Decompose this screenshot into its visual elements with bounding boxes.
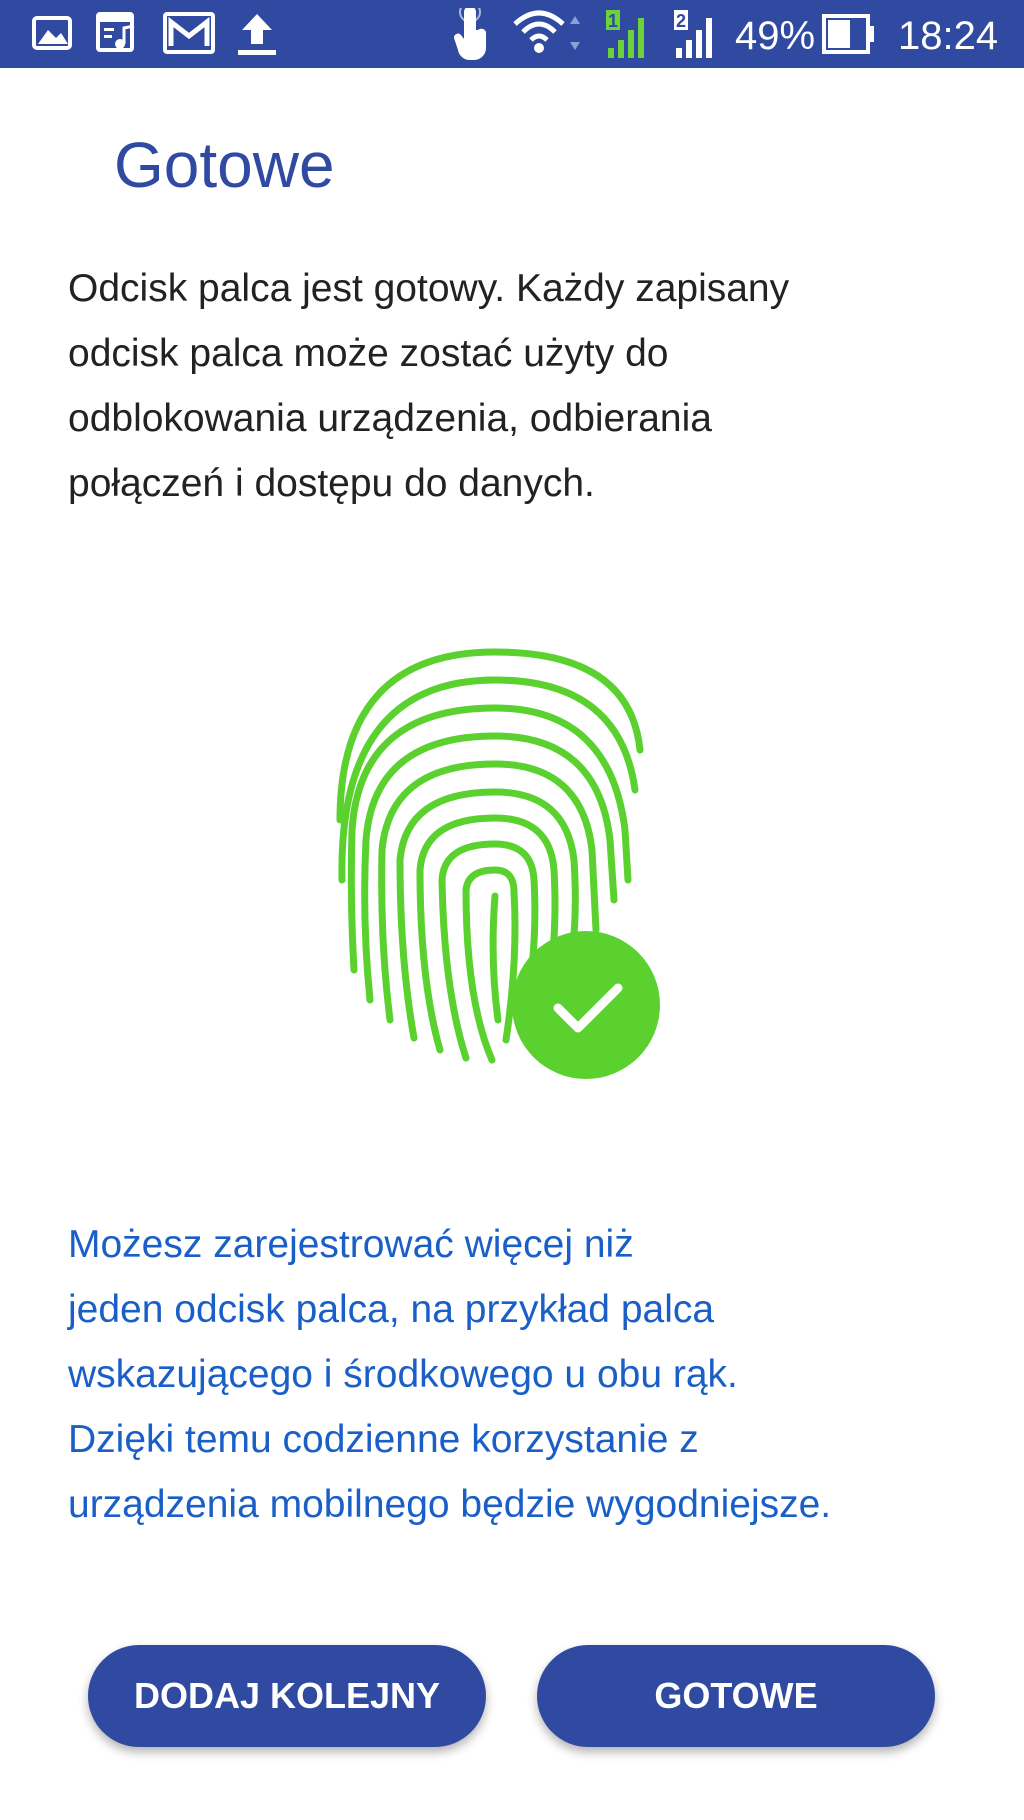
done-button[interactable]: GOTOWE bbox=[537, 1645, 935, 1747]
status-bar: 1 2 49% 18:24 bbox=[0, 0, 1024, 68]
info-line: urządzenia mobilnego będzie wygodniejsze… bbox=[68, 1483, 832, 1526]
sim1-label: 1 bbox=[608, 11, 618, 31]
intro-line: Odcisk palca jest gotowy. Każdy zapisany bbox=[68, 267, 790, 310]
image-icon bbox=[32, 16, 72, 50]
intro-line: odcisk palca może zostać użyty do bbox=[68, 332, 669, 375]
fingerprint-icon bbox=[336, 648, 660, 1079]
intro-text: Odcisk palca jest gotowy. Każdy zapisany… bbox=[68, 256, 968, 516]
battery-icon bbox=[822, 14, 878, 54]
fingerprint-illustration bbox=[320, 640, 700, 1090]
signal-sim1-icon: 1 bbox=[604, 8, 654, 60]
info-text: Możesz zarejestrować więcej niż jeden od… bbox=[68, 1212, 998, 1537]
intro-line: odblokowania urządzenia, odbierania bbox=[68, 397, 712, 440]
clock: 18:24 bbox=[898, 14, 999, 58]
wifi-icon bbox=[513, 10, 583, 56]
signal-sim2-icon: 2 bbox=[672, 8, 722, 60]
music-playlist-icon bbox=[96, 12, 140, 54]
upload-icon bbox=[234, 12, 280, 56]
check-badge bbox=[512, 931, 660, 1079]
sim2-label: 2 bbox=[676, 11, 686, 31]
gmail-icon bbox=[163, 12, 215, 54]
info-line: Możesz zarejestrować więcej niż bbox=[68, 1223, 634, 1266]
info-line: Dzięki temu codzienne korzystanie z bbox=[68, 1418, 699, 1461]
battery-percent: 49% bbox=[735, 14, 816, 58]
add-another-button[interactable]: DODAJ KOLEJNY bbox=[88, 1645, 486, 1747]
intro-line: połączeń i dostępu do danych. bbox=[68, 462, 595, 505]
info-line: wskazującego i środkowego u obu rąk. bbox=[68, 1353, 738, 1396]
touch-icon bbox=[452, 8, 488, 62]
page-title: Gotowe bbox=[114, 129, 335, 201]
info-line: jeden odcisk palca, na przykład palca bbox=[68, 1288, 715, 1331]
